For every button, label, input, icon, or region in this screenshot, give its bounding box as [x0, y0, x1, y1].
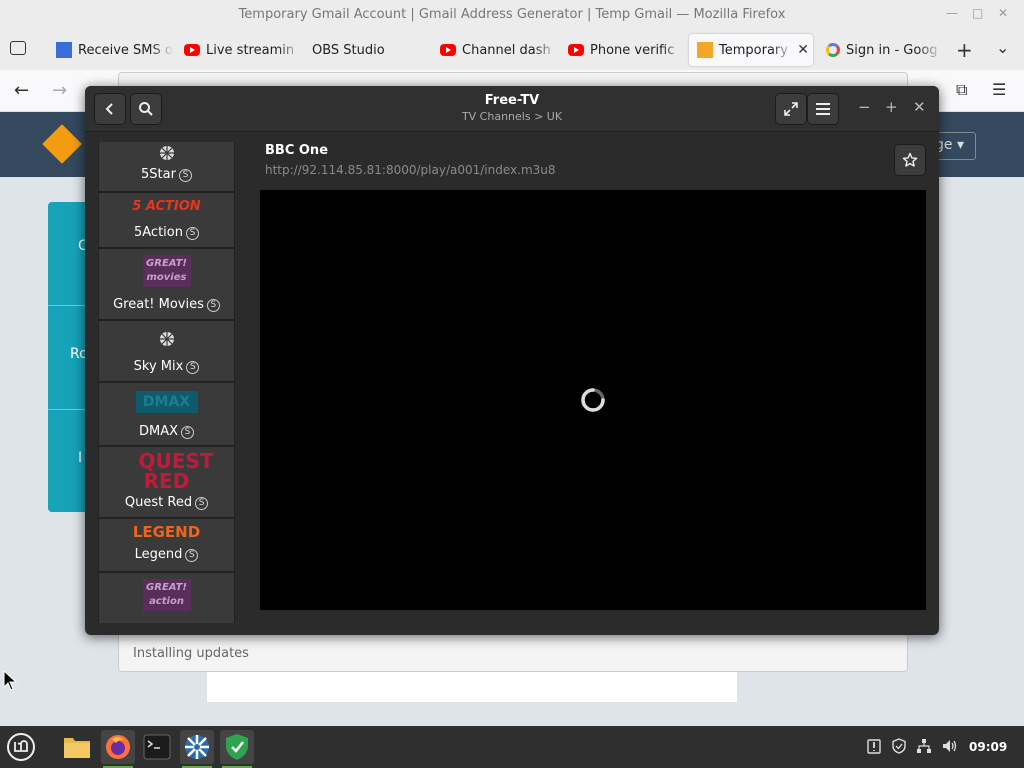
- app-menu-icon[interactable]: ☰: [992, 80, 1006, 99]
- star-icon: [902, 152, 918, 167]
- channel-item-5star[interactable]: 5Star S: [98, 142, 235, 192]
- freetv-headerbar: Free-TV TV Channels > UK − + ✕: [85, 86, 939, 132]
- subscribed-badge: S: [186, 227, 199, 240]
- channel-item-great-action[interactable]: GREAT! action: [98, 572, 235, 623]
- channel-logo: DMAX: [135, 391, 198, 413]
- tab-label: OBS Studio: [312, 42, 385, 58]
- shield-icon[interactable]: [891, 738, 907, 758]
- hamburger-icon: [816, 103, 830, 115]
- forward-icon[interactable]: →: [52, 80, 67, 101]
- favorite-button[interactable]: [894, 144, 926, 176]
- channel-name: Legend: [134, 547, 183, 562]
- site-logo-icon: [42, 124, 82, 164]
- tab-temporary-gmail[interactable]: Temporary ✕: [689, 34, 813, 66]
- tab-obs-studio[interactable]: OBS Studio: [304, 34, 430, 66]
- clock[interactable]: 09:09: [969, 740, 1007, 754]
- maximize-icon[interactable]: □: [972, 6, 983, 20]
- channel-item-sky-mix[interactable]: Sky Mix S: [98, 320, 235, 382]
- close-tab-icon[interactable]: ✕: [797, 42, 809, 58]
- close-window-icon[interactable]: ✕: [998, 6, 1008, 20]
- tab-bar: Receive SMS o Live streamin OBS Studio C…: [0, 30, 1024, 70]
- loading-spinner-icon: [581, 388, 605, 412]
- vpn-shield-icon: [226, 734, 248, 760]
- taskbar: 09:09: [0, 726, 1024, 768]
- freetv-window: Free-TV TV Channels > UK − + ✕ 5Star S 5 …: [85, 86, 939, 635]
- placeholder-logo-icon: [99, 331, 234, 347]
- tab-live-streaming[interactable]: Live streamin: [176, 34, 302, 66]
- site-action-card: C Ro I: [48, 202, 88, 512]
- files-button[interactable]: [60, 730, 94, 764]
- video-player[interactable]: [260, 190, 926, 610]
- tab-channel-dashboard[interactable]: Channel dash: [432, 34, 558, 66]
- channel-name: Sky Mix: [133, 359, 184, 374]
- channel-name: 5Star: [141, 167, 176, 182]
- stream-url: http://92.114.85.81:8000/play/a001/index…: [265, 163, 556, 177]
- fullscreen-button[interactable]: [775, 93, 807, 125]
- subscribed-badge: S: [186, 361, 200, 374]
- channel-list: 5Star S 5 ACTION 5Action S GREAT! movies G…: [98, 142, 235, 623]
- folder-icon: [64, 738, 90, 758]
- update-notifier-icon[interactable]: [866, 738, 882, 758]
- youtube-favicon-icon: [568, 44, 584, 56]
- subscribed-badge: S: [195, 497, 209, 510]
- mail-favicon-icon: [697, 42, 713, 58]
- subscribed-badge: S: [178, 169, 192, 182]
- tab-list-icon[interactable]: ⌄: [996, 38, 1009, 57]
- freetv-icon: [185, 735, 209, 759]
- network-icon[interactable]: [916, 738, 932, 758]
- google-favicon-icon: [826, 43, 840, 57]
- selected-channel-title: BBC One: [265, 143, 329, 158]
- terminal-button[interactable]: [140, 730, 174, 764]
- firefox-view-icon[interactable]: [10, 41, 26, 55]
- channel-name: Quest Red: [124, 495, 193, 510]
- channel-logo: QUEST RED: [138, 449, 214, 493]
- page-footer-strip: [207, 672, 737, 702]
- channel-name: DMAX: [138, 424, 179, 439]
- close-icon[interactable]: ✕: [913, 98, 926, 116]
- extensions-icon[interactable]: ⧉: [956, 80, 967, 100]
- firefox-button[interactable]: [101, 730, 135, 768]
- start-menu-button[interactable]: [4, 730, 38, 764]
- back-icon[interactable]: ←: [14, 80, 29, 101]
- tab-phone-verification[interactable]: Phone verific: [560, 34, 686, 66]
- firefox-icon: [106, 735, 130, 759]
- channel-logo: LEGEND: [132, 523, 201, 541]
- channel-name: 5Action: [134, 225, 183, 240]
- mint-menu-icon: [7, 733, 35, 761]
- expand-icon: [784, 102, 798, 116]
- minimize-icon[interactable]: −: [858, 98, 871, 116]
- volume-icon[interactable]: [941, 738, 959, 758]
- window-title: Temporary Gmail Account | Gmail Address …: [238, 7, 786, 22]
- youtube-favicon-icon: [184, 44, 200, 56]
- channel-item-legend[interactable]: LEGEND Legend S: [98, 518, 235, 572]
- tab-google-sign-in[interactable]: Sign in - Goog: [818, 34, 942, 66]
- vpn-button[interactable]: [220, 730, 254, 768]
- terminal-icon: [143, 734, 171, 760]
- new-tab-icon[interactable]: +: [956, 38, 973, 62]
- update-status-text: Installing updates: [133, 646, 249, 661]
- channel-item-quest-red[interactable]: QUEST RED Quest Red S: [98, 446, 235, 518]
- channel-item-5action[interactable]: 5 ACTION 5Action S: [98, 192, 235, 248]
- tab-receive-sms[interactable]: Receive SMS o: [48, 34, 174, 66]
- minimize-icon[interactable]: —: [946, 6, 958, 20]
- card-label[interactable]: I: [78, 450, 82, 466]
- mouse-pointer-icon: [3, 670, 18, 691]
- sms-favicon-icon: [56, 42, 72, 58]
- placeholder-logo-icon: [99, 145, 234, 161]
- subscribed-badge: S: [206, 299, 220, 312]
- channel-item-great-movies[interactable]: GREAT! movies Great! Movies S: [98, 248, 235, 320]
- subscribed-badge: S: [185, 549, 199, 562]
- channel-name: Great! Movies: [113, 297, 204, 312]
- subscribed-badge: S: [181, 426, 195, 439]
- main-menu-button[interactable]: [807, 93, 839, 125]
- channel-item-dmax[interactable]: DMAX DMAX S: [98, 382, 235, 446]
- maximize-icon[interactable]: +: [885, 98, 898, 116]
- freetv-taskbar-button[interactable]: [180, 730, 214, 768]
- firefox-titlebar: Temporary Gmail Account | Gmail Address …: [0, 0, 1024, 30]
- channel-logo: GREAT! movies: [142, 255, 191, 287]
- channel-logo: 5 ACTION: [132, 199, 201, 214]
- youtube-favicon-icon: [440, 44, 456, 56]
- channel-logo: GREAT! action: [142, 579, 191, 611]
